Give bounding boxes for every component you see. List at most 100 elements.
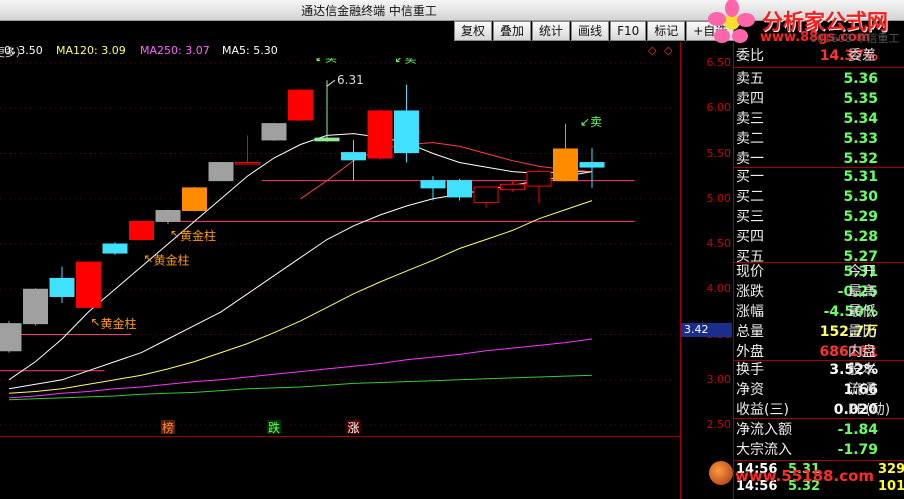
flow-row: 净流入额 -1.84 [736, 420, 878, 440]
candle-body [235, 162, 260, 165]
quote-label: 买一 [736, 169, 764, 185]
stat2-row: 净资 1.66 流通 [736, 380, 878, 400]
bid-row: 买二 5.30 [736, 187, 878, 207]
bid-row: 买四 5.28 [736, 227, 878, 247]
quote-label: 买三 [736, 209, 764, 225]
price-axis-tick: 6.50 [706, 56, 732, 69]
toolbar-button-5[interactable]: 标记 [647, 21, 686, 41]
diamond-outline-icon[interactable]: ◇ [664, 44, 672, 57]
sell-signal-label: 卖 [325, 58, 337, 65]
candle-body [288, 89, 313, 121]
quote-value: 5.30 [843, 189, 878, 205]
quote-label: 委比 [736, 48, 764, 64]
quote-label: 买二 [736, 189, 764, 205]
sell-signal-label: 卖 [405, 58, 417, 65]
quote-value: 5.29 [843, 209, 878, 225]
price-axis-border [680, 42, 681, 499]
candle-body [553, 148, 578, 182]
quote-label: 卖一 [736, 151, 764, 167]
quote-value: 5.31 [843, 169, 878, 185]
candle-body [579, 162, 605, 168]
diamond-outline-icon[interactable]: ◇ [648, 44, 656, 57]
candle-body [102, 243, 128, 254]
tick-volume: 329 [878, 462, 904, 477]
toolbar-button-4[interactable]: F10 [610, 21, 647, 41]
quote-right-label: 流通 [848, 382, 876, 398]
bottom-watermark: www.55188.com [709, 461, 875, 485]
price-axis-tick: 4.00 [706, 282, 732, 296]
quote-value: 5.34 [843, 111, 878, 127]
price-axis-tick: 3.00 [706, 372, 732, 386]
candle-body [447, 180, 472, 198]
candle-body [394, 110, 419, 154]
golden-pillar-arrow: ↖ [91, 315, 101, 329]
quote-label: 收益(三) [736, 402, 789, 418]
stat-row: 涨幅 -4.50% 最低 [736, 302, 878, 322]
stat-row: 总量 152.7万 量比 [736, 322, 878, 342]
golden-pillar-arrow: ↖ [170, 227, 180, 241]
quote-label: 总量 [736, 324, 764, 340]
quote-ratio-row: 委比 14.37% 委差 [736, 46, 878, 66]
ma-line-ma250 [8, 374, 593, 401]
stat2-row: 收益(三) 0.020 PE(动) [736, 400, 890, 420]
stat-row: 涨跌 -0.25 最高 [736, 282, 878, 302]
quote-label: 卖五 [736, 71, 764, 87]
quote-label: 外盘 [736, 344, 764, 360]
sell-signal-arrow: ↙ [395, 58, 405, 65]
candle-body [420, 180, 446, 189]
toolbar-button-2[interactable]: 统计 [532, 21, 571, 41]
quote-divider [733, 418, 904, 419]
quote-right-label: 内盘 [848, 344, 876, 360]
candle-body [473, 186, 499, 203]
status-item-1: MA120: 3.09 [56, 44, 126, 57]
candle-body [129, 220, 154, 240]
status-item-2: MA250: 3.07 [140, 44, 210, 57]
toolbar-button-0[interactable]: 复权 [454, 21, 493, 41]
toolbar-button-1[interactable]: 叠加 [493, 21, 532, 41]
quote-value: 5.28 [843, 229, 878, 245]
candle-body [0, 323, 22, 352]
quote-right-label: PE(动) [848, 402, 891, 418]
quote-label: 买四 [736, 229, 764, 245]
quote-right-label: 量比 [848, 324, 876, 340]
toolbar-button-3[interactable]: 画线 [571, 21, 610, 41]
quote-right-label: 最低 [848, 304, 876, 320]
price-axis-tick: 5.50 [706, 146, 732, 160]
quote-label: 现价 [736, 264, 764, 280]
kline-chart[interactable]: ↖黄金柱↖黄金柱↖黄金柱6.31↙卖↙卖↙卖榜跌涨 [0, 58, 680, 436]
quote-value: 5.33 [843, 131, 878, 147]
stat2-row: 换手 3.52% 股本 [736, 360, 878, 380]
chart-separator [0, 436, 680, 437]
quote-value: -1.79 [837, 442, 878, 458]
quote-label: 卖四 [736, 91, 764, 107]
signal-label: 榜 [162, 420, 174, 435]
quote-label: 卖二 [736, 131, 764, 147]
sell-signal-arrow: ↙ [315, 58, 325, 65]
quote-label: 涨跌 [736, 284, 764, 300]
quote-value: -1.84 [837, 422, 878, 438]
candle-body [341, 152, 366, 161]
flower-logo-icon [708, 0, 755, 43]
ask-row: 卖五 5.36 [736, 69, 878, 89]
ma-line-ma10 [300, 142, 593, 200]
bottom-watermark-url: www.55188.com [735, 467, 875, 485]
quote-right-label: 最高 [848, 284, 876, 300]
high-price-pointer [326, 79, 336, 87]
candle-body [314, 137, 340, 142]
ask-row: 卖二 5.33 [736, 129, 878, 149]
quote-label: 涨幅 [736, 304, 764, 320]
quote-right-label: 委差 [848, 48, 876, 64]
quote-label: 卖三 [736, 111, 764, 127]
candle-body [155, 210, 181, 222]
price-axis-tick: 4.50 [706, 237, 732, 250]
ask-row: 卖三 5.34 [736, 109, 878, 129]
site-logo: 分析家公式网 www.88gs.com 601608 中信重工 [700, 0, 904, 48]
golden-pillar-arrow: ↖ [144, 252, 154, 266]
ask-row: 卖一 5.32 [736, 149, 878, 169]
price-axis-tick: 5.00 [706, 191, 732, 205]
stat-row: 外盘 686181 内盘 [736, 342, 878, 362]
quote-right-label: 今开 [848, 264, 876, 280]
sell-signal-label: 卖 [590, 115, 602, 129]
candle-body [49, 277, 75, 297]
candle-body [76, 261, 101, 308]
